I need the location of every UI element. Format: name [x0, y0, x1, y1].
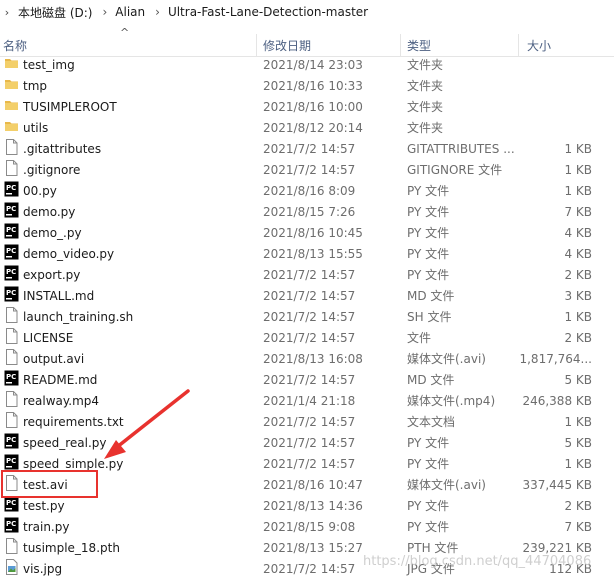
annotation-arrow — [104, 389, 190, 459]
watermark: https://blog.csdn.net/qq_44704086 — [363, 554, 592, 569]
